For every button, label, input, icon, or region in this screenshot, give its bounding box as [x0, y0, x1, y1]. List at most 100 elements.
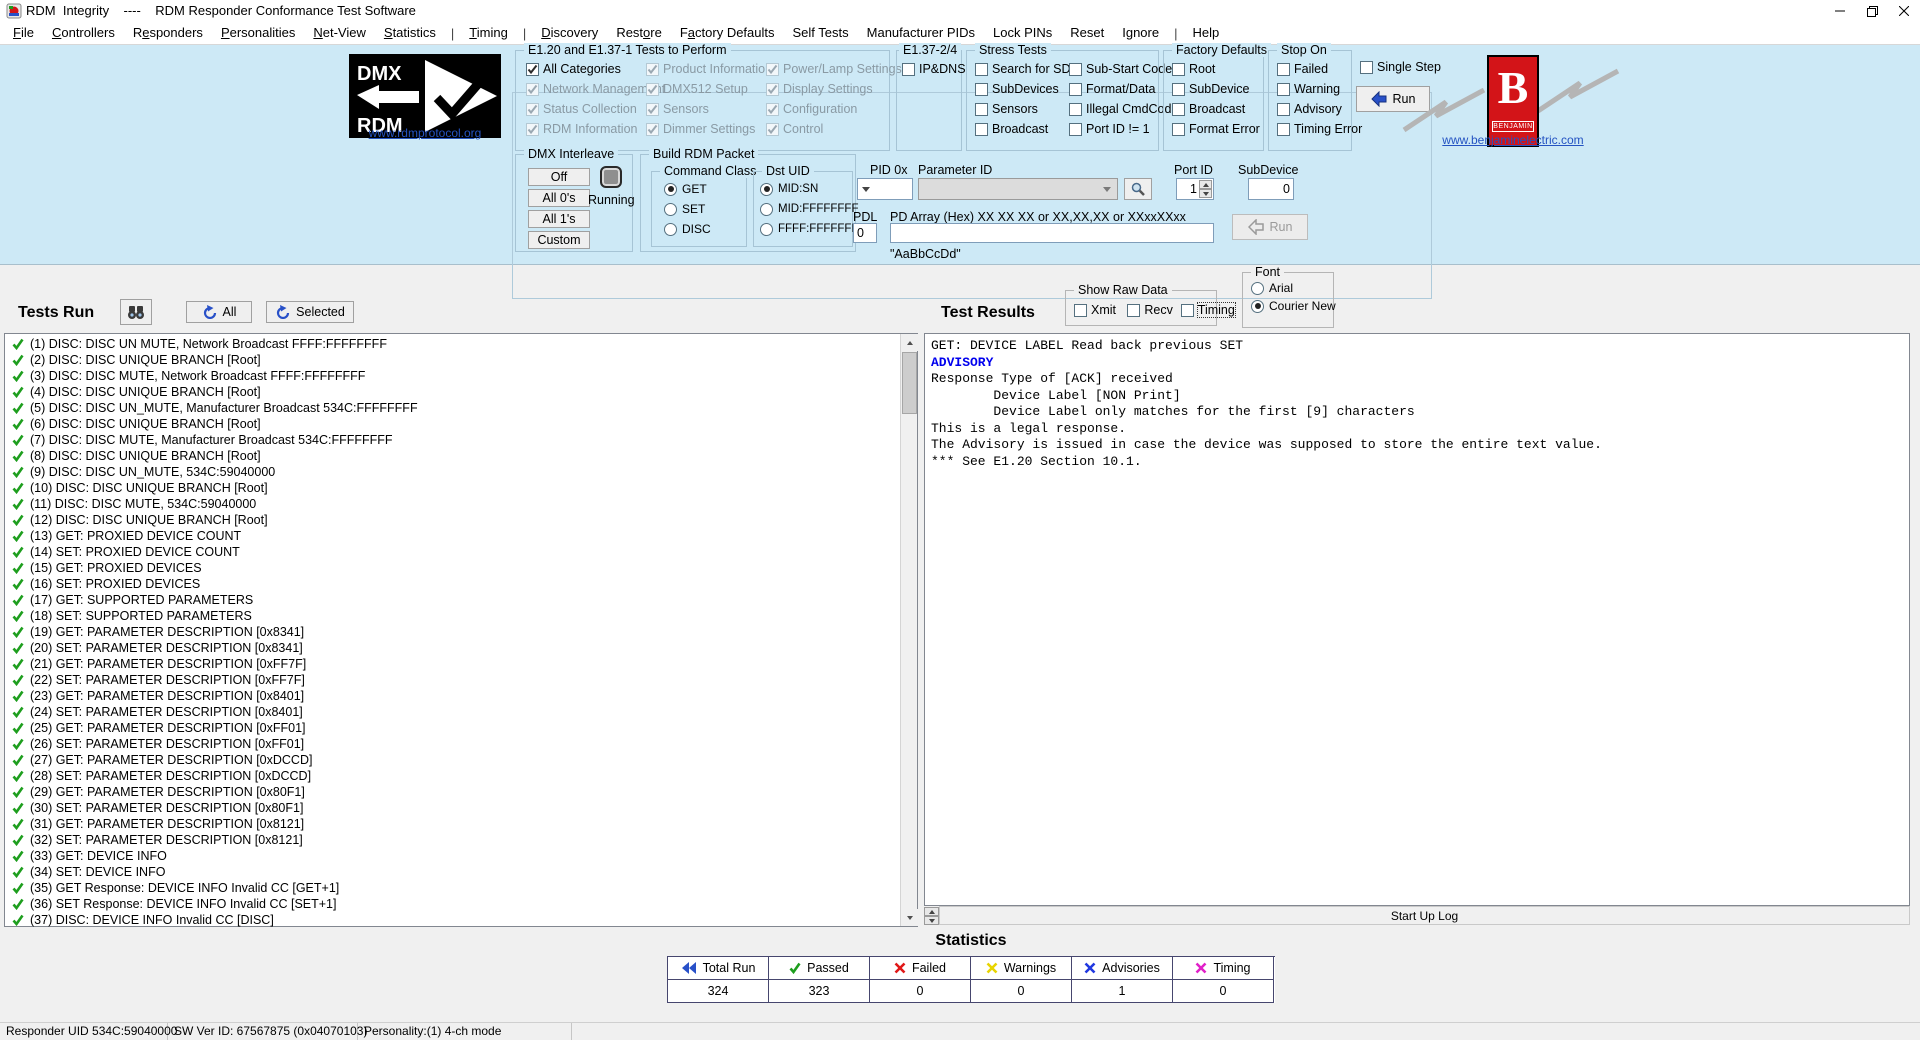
test-list-item[interactable]: (8) DISC: DISC UNIQUE BRANCH [Root] — [6, 448, 899, 464]
subdevice-input[interactable]: 0 — [1248, 178, 1294, 200]
test-list-item[interactable]: (25) GET: PARAMETER DESCRIPTION [0xFF01] — [6, 720, 899, 736]
test-list-item[interactable]: (13) GET: PROXIED DEVICE COUNT — [6, 528, 899, 544]
checkbox-broadcast[interactable]: Broadcast — [1172, 102, 1245, 116]
menu-item-timing[interactable]: Timing — [460, 22, 517, 44]
test-list-item[interactable]: (21) GET: PARAMETER DESCRIPTION [0xFF7F] — [6, 656, 899, 672]
button-off[interactable]: Off — [528, 168, 590, 186]
checkbox-root[interactable]: Root — [1172, 62, 1215, 76]
radio-ffff-ffffffff[interactable]: FFFF:FFFFFFFF — [760, 222, 866, 236]
checkbox-subdevice[interactable]: SubDevice — [1172, 82, 1249, 96]
test-results-output[interactable]: GET: DEVICE LABEL Read back previous SET… — [924, 333, 1910, 906]
checkbox-recv[interactable]: Recv — [1127, 303, 1172, 317]
menu-item-responders[interactable]: Responders — [124, 22, 212, 44]
parameter-search-button[interactable] — [1124, 178, 1152, 200]
checkbox-xmit[interactable]: Xmit — [1074, 303, 1116, 317]
test-list-item[interactable]: (26) SET: PARAMETER DESCRIPTION [0xFF01] — [6, 736, 899, 752]
test-list-item[interactable]: (5) DISC: DISC UN_MUTE, Manufacturer Bro… — [6, 400, 899, 416]
menu-item-controllers[interactable]: Controllers — [43, 22, 124, 44]
spin-down-icon[interactable] — [924, 916, 939, 925]
test-list-item[interactable]: (16) SET: PROXIED DEVICES — [6, 576, 899, 592]
menu-item-discovery[interactable]: Discovery — [532, 22, 607, 44]
button-all-1-s[interactable]: All 1's — [528, 210, 590, 228]
menu-item-net-view[interactable]: Net-View — [304, 22, 375, 44]
test-list-item[interactable]: (11) DISC: DISC MUTE, 534C:59040000 — [6, 496, 899, 512]
radio-arial[interactable]: Arial — [1251, 281, 1293, 295]
test-list-item[interactable]: (7) DISC: DISC MUTE, Manufacturer Broadc… — [6, 432, 899, 448]
checkbox-sensors[interactable]: Sensors — [975, 102, 1038, 116]
checkbox-timing[interactable]: Timing — [1181, 303, 1235, 317]
run-selected-button[interactable]: Selected — [266, 301, 354, 323]
menu-item-factory-defaults[interactable]: Factory Defaults — [671, 22, 784, 44]
checkbox-subdevices[interactable]: SubDevices — [975, 82, 1059, 96]
test-list-item[interactable]: (18) SET: SUPPORTED PARAMETERS — [6, 608, 899, 624]
test-list-item[interactable]: (36) SET Response: DEVICE INFO Invalid C… — [6, 896, 899, 912]
menu-item-statistics[interactable]: Statistics — [375, 22, 445, 44]
test-list-item[interactable]: (34) SET: DEVICE INFO — [6, 864, 899, 880]
scrollbar-thumb[interactable] — [902, 352, 917, 414]
checkbox-all-categories[interactable]: All Categories — [526, 62, 621, 76]
rdmprotocol-link[interactable]: www.rdmprotocol.org — [349, 126, 501, 140]
test-list-item[interactable]: (29) GET: PARAMETER DESCRIPTION [0x80F1] — [6, 784, 899, 800]
results-footer-spinner[interactable] — [924, 907, 939, 925]
spin-up-icon[interactable] — [924, 907, 939, 916]
test-list-item[interactable]: (20) SET: PARAMETER DESCRIPTION [0x8341] — [6, 640, 899, 656]
test-list-item[interactable]: (12) DISC: DISC UNIQUE BRANCH [Root] — [6, 512, 899, 528]
test-list-item[interactable]: (15) GET: PROXIED DEVICES — [6, 560, 899, 576]
pd-array-input[interactable] — [890, 223, 1214, 243]
restore-icon[interactable] — [1856, 0, 1888, 22]
test-list-item[interactable]: (2) DISC: DISC UNIQUE BRANCH [Root] — [6, 352, 899, 368]
test-list-item[interactable]: (1) DISC: DISC UN MUTE, Network Broadcas… — [6, 336, 899, 352]
test-list-item[interactable]: (23) GET: PARAMETER DESCRIPTION [0x8401] — [6, 688, 899, 704]
test-list-item[interactable]: (22) SET: PARAMETER DESCRIPTION [0xFF7F] — [6, 672, 899, 688]
test-list-item[interactable]: (31) GET: PARAMETER DESCRIPTION [0x8121] — [6, 816, 899, 832]
checkbox-format-error[interactable]: Format Error — [1172, 122, 1260, 136]
checkbox-timing-error[interactable]: Timing Error — [1277, 122, 1362, 136]
benjaminelectric-link[interactable]: www.benjaminelectric.com — [1437, 133, 1589, 147]
test-list-item[interactable]: (19) GET: PARAMETER DESCRIPTION [0x8341] — [6, 624, 899, 640]
test-list-item[interactable]: (32) SET: PARAMETER DESCRIPTION [0x8121] — [6, 832, 899, 848]
test-list-item[interactable]: (4) DISC: DISC UNIQUE BRANCH [Root] — [6, 384, 899, 400]
radio-mid-ffffffff[interactable]: MID:FFFFFFFF — [760, 202, 858, 216]
menu-item-restore[interactable]: Restore — [607, 22, 671, 44]
tests-list-scrollbar[interactable] — [900, 334, 917, 926]
scroll-up-icon[interactable] — [901, 334, 918, 351]
test-list-item[interactable]: (28) SET: PARAMETER DESCRIPTION [0xDCCD] — [6, 768, 899, 784]
menu-item-self-tests[interactable]: Self Tests — [784, 22, 858, 44]
radio-disc[interactable]: DISC — [664, 222, 711, 236]
checkbox-search-for-sds[interactable]: Search for SDs — [975, 62, 1077, 76]
port-id-spin-buttons[interactable] — [1199, 180, 1212, 198]
test-list-item[interactable]: (14) SET: PROXIED DEVICE COUNT — [6, 544, 899, 560]
test-list-item[interactable]: (33) GET: DEVICE INFO — [6, 848, 899, 864]
test-list-item[interactable]: (37) DISC: DEVICE INFO Invalid CC [DISC] — [6, 912, 899, 928]
button-custom[interactable]: Custom — [528, 231, 590, 249]
startup-log-bar[interactable]: Start Up Log — [939, 906, 1910, 925]
test-list-item[interactable]: (10) DISC: DISC UNIQUE BRANCH [Root] — [6, 480, 899, 496]
checkbox-format-data[interactable]: Format/Data — [1069, 82, 1155, 96]
checkbox-advisory[interactable]: Advisory — [1277, 102, 1342, 116]
scroll-down-icon[interactable] — [901, 909, 918, 926]
spin-up-icon[interactable] — [1199, 180, 1212, 189]
menu-item-personalities[interactable]: Personalities — [212, 22, 304, 44]
pdl-input[interactable]: 0 — [853, 223, 877, 243]
menu-item-ignore[interactable]: Ignore — [1113, 22, 1168, 44]
close-icon[interactable] — [1888, 0, 1920, 22]
test-list-item[interactable]: (35) GET Response: DEVICE INFO Invalid C… — [6, 880, 899, 896]
radio-get[interactable]: GET — [664, 182, 707, 196]
test-list-item[interactable]: (9) DISC: DISC UN_MUTE, 534C:59040000 — [6, 464, 899, 480]
checkbox-ip-dns[interactable]: IP&DNS — [902, 62, 966, 76]
radio-mid-sn[interactable]: MID:SN — [760, 182, 818, 196]
radio-set[interactable]: SET — [664, 202, 705, 216]
run-all-button[interactable]: All — [186, 301, 252, 323]
checkbox-port-id-1[interactable]: Port ID != 1 — [1069, 122, 1150, 136]
button-all-0-s[interactable]: All 0's — [528, 189, 590, 207]
spin-down-icon[interactable] — [1199, 189, 1212, 198]
checkbox-sub-start-code[interactable]: Sub-Start Code — [1069, 62, 1172, 76]
test-list-item[interactable]: (27) GET: PARAMETER DESCRIPTION [0xDCCD] — [6, 752, 899, 768]
checkbox-broadcast[interactable]: Broadcast — [975, 122, 1048, 136]
test-list-item[interactable]: (24) SET: PARAMETER DESCRIPTION [0x8401] — [6, 704, 899, 720]
radio-courier-new[interactable]: Courier New — [1251, 299, 1336, 313]
pid-combo[interactable] — [857, 178, 913, 200]
menu-item-file[interactable]: File — [4, 22, 43, 44]
menu-item-help[interactable]: Help — [1184, 22, 1229, 44]
test-list-item[interactable]: (30) SET: PARAMETER DESCRIPTION [0x80F1] — [6, 800, 899, 816]
